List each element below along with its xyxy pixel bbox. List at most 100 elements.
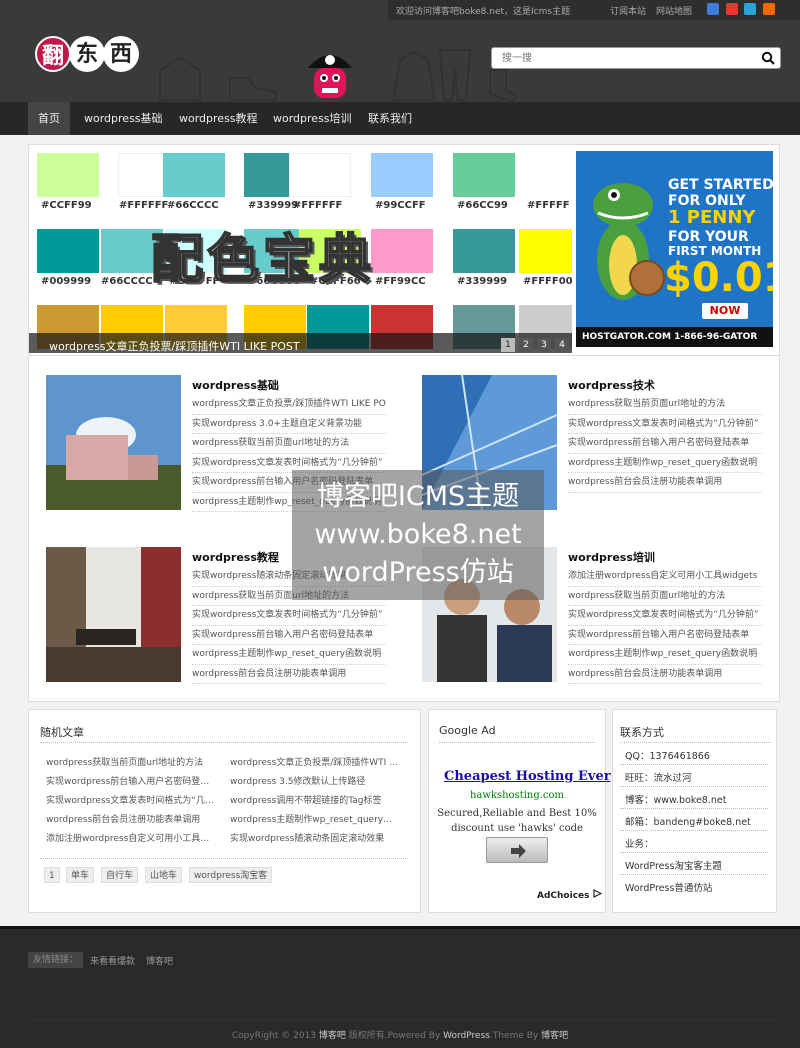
category-thumbnail[interactable] — [46, 547, 181, 682]
welcome-text: 欢迎访问博客吧boke8.net，这是Icms主题 — [396, 7, 571, 17]
random-posts-widget: 随机文章 wordpress获取当前页面url地址的方法 实现wordpress… — [28, 709, 421, 913]
hostgator-ad[interactable]: GET STARTED FOR ONLY 1 PENNY FOR YOUR FI… — [576, 151, 773, 347]
post-link[interactable]: wordpress获取当前页面url地址的方法 — [568, 395, 762, 415]
category-title[interactable]: wordpress培训 — [568, 549, 655, 565]
random-post-link[interactable]: 实现wordpress前台输入用户名密码登陆表单调用 — [46, 774, 216, 787]
divider — [40, 742, 408, 743]
swatch-label: #99CCFF — [375, 200, 426, 211]
qq-icon[interactable] — [744, 3, 756, 15]
search-input[interactable] — [492, 48, 742, 68]
slide-caption[interactable]: wordpress文章正负投票/踩顶插件WTI LIKE POST — [49, 338, 300, 353]
random-post-link[interactable]: wordpress前台会员注册功能表单调用 — [46, 812, 216, 825]
ad-footer: HOSTGATOR.COM 1-866-96-GATOR — [576, 327, 773, 347]
mail-icon[interactable] — [707, 3, 719, 15]
ad-now-button[interactable]: NOW — [702, 303, 748, 319]
post-link[interactable]: wordpress主题制作wp_reset_query函数说明 — [568, 454, 762, 473]
random-post-link[interactable]: wordpress文章正负投票/踩顶插件WTI LIKE POST — [230, 755, 400, 768]
tag-link[interactable]: 1 — [44, 867, 60, 883]
play-triangle-icon — [593, 889, 602, 898]
rss-icon[interactable] — [763, 3, 775, 15]
ad-price: $0.01 — [664, 255, 773, 301]
ad-description: Secured,Reliable and Best 10% discount u… — [429, 806, 605, 836]
post-link[interactable]: wordpress主题制作wp_reset_query函数说明 — [568, 645, 762, 665]
tag-link[interactable]: 山地车 — [145, 867, 183, 883]
random-post-link[interactable]: wordpress调用不带超链接的Tag标签 — [230, 793, 400, 806]
nav-wordpress-basics[interactable]: wordpress基础 — [74, 102, 173, 135]
post-link[interactable]: 实现wordpress前台输入用户名密码登陆表单 — [568, 434, 762, 454]
nav-wordpress-training[interactable]: wordpress培训 — [263, 102, 362, 135]
swatch-label: #339999 — [248, 200, 299, 211]
category-title[interactable]: wordpress技术 — [568, 377, 655, 393]
nav-home[interactable]: 首页 — [28, 102, 70, 135]
color-swatch — [519, 229, 572, 273]
post-link[interactable]: wordpress获取当前页面url地址的方法 — [568, 587, 762, 606]
contact-blog[interactable]: 博客：www.boke8.net — [625, 792, 726, 806]
category-thumbnail[interactable] — [46, 375, 181, 510]
post-link[interactable]: 实现wordpress前台输入用户名密码登陆表单 — [192, 626, 386, 645]
random-post-link[interactable]: wordpress获取当前页面url地址的方法 — [46, 755, 216, 768]
contact-service-link[interactable]: WordPress普通仿站 — [625, 880, 712, 894]
post-link[interactable]: wordpress前台会员注册功能表单调用 — [568, 473, 762, 493]
post-link[interactable]: 实现wordpress文章发表时间格式为“几分钟前” — [568, 415, 762, 434]
swatch-label: #009999 — [41, 276, 92, 287]
color-swatch — [163, 153, 225, 197]
post-link[interactable]: 实现wordpress 3.0+主题自定义背景功能 — [192, 415, 386, 434]
post-link[interactable]: wordpress前台会员注册功能表单调用 — [568, 665, 762, 684]
post-link[interactable]: 添加注册wordpress自定义可用小工具widgets — [568, 567, 762, 587]
random-post-link[interactable]: wordpress主题制作wp_reset_query函数说明 — [230, 812, 400, 825]
ad-go-button[interactable] — [486, 837, 548, 863]
contact-service-link[interactable]: WordPress淘宝客主题 — [625, 858, 722, 872]
random-post-link[interactable]: 实现wordpress文章发表时间格式为“几分钟前” — [46, 793, 216, 806]
category-title[interactable]: wordpress基础 — [192, 377, 279, 393]
slide-page-3[interactable]: 3 — [537, 338, 551, 352]
category-title[interactable]: wordpress教程 — [192, 549, 279, 565]
divider — [620, 852, 768, 853]
ad-url[interactable]: hawkshosting.com — [429, 790, 605, 801]
adchoices-link[interactable]: AdChoices — [537, 889, 602, 901]
slide-page-2[interactable]: 2 — [519, 338, 533, 352]
post-link[interactable]: wordpress文章正负投票/踩顶插件WTI LIKE POST — [192, 395, 386, 415]
search-icon[interactable] — [761, 51, 775, 65]
contact-email[interactable]: 邮箱：bandeng#boke8.net — [625, 814, 751, 828]
friend-link[interactable]: 博客吧 — [146, 954, 173, 967]
slide-page-4[interactable]: 4 — [555, 338, 569, 352]
post-link[interactable]: 实现wordpress文章发表时间格式为“几分钟前” — [568, 606, 762, 626]
slide-caption-bar: wordpress文章正负投票/踩顶插件WTI LIKE POST 1 2 3 … — [29, 333, 572, 353]
random-post-link[interactable]: 添加注册wordpress自定义可用小工具widgets — [46, 831, 216, 844]
penny-icon — [629, 260, 665, 296]
post-link[interactable]: wordpress前台会员注册功能表单调用 — [192, 665, 386, 684]
tag-link[interactable]: wordpress淘宝客 — [189, 867, 273, 883]
divider — [439, 742, 595, 743]
sitemap-link[interactable]: 网站地图 — [656, 4, 692, 17]
swatch-label: #66CCCC — [101, 276, 153, 287]
image-slider[interactable]: #CCFF99 #FFFFFF #66CCCC #339999 #FFFFFF … — [29, 151, 572, 353]
color-swatch — [37, 153, 99, 197]
friend-link[interactable]: 来看看爆款 — [90, 954, 135, 967]
nav-contact[interactable]: 联系我们 — [358, 102, 422, 135]
slide-title: 配色宝典 — [150, 229, 376, 291]
logo-char-2: 东 — [69, 36, 105, 72]
post-link[interactable]: 实现wordpress文章发表时间格式为“几分钟前” — [192, 606, 386, 626]
logo-char-1: 翻 — [35, 36, 71, 72]
nav-wordpress-tutorials[interactable]: wordpress教程 — [169, 102, 268, 135]
theme-author-link[interactable]: 博客吧 — [541, 1031, 568, 1041]
color-swatch — [289, 153, 351, 197]
post-link[interactable]: 实现wordpress前台输入用户名密码登陆表单 — [568, 626, 762, 645]
random-post-link[interactable]: wordpress 3.5修改默认上传路径 — [230, 774, 400, 787]
swatch-label: #CCFF99 — [41, 200, 92, 211]
random-post-link[interactable]: 实现wordpress随滚动条固定滚动效果 — [230, 831, 400, 844]
divider — [28, 1019, 780, 1020]
slide-page-1[interactable]: 1 — [501, 338, 515, 352]
tag-link[interactable]: 单车 — [66, 867, 95, 883]
ad-headline-link[interactable]: Cheapest Hosting Ever — [444, 769, 611, 784]
subscribe-link[interactable]: 订阅本站 — [610, 4, 646, 17]
swatch-label: #66CC99 — [457, 200, 508, 211]
post-link[interactable]: wordpress获取当前页面url地址的方法 — [192, 434, 386, 454]
color-swatch — [453, 229, 515, 273]
swatch-label: #339999 — [457, 276, 508, 287]
copyright-site-link[interactable]: 博客吧 — [319, 1031, 346, 1041]
tag-link[interactable]: 自行车 — [101, 867, 139, 883]
weibo-icon[interactable] — [726, 3, 738, 15]
wordpress-link[interactable]: WordPress — [443, 1031, 490, 1041]
post-link[interactable]: wordpress主题制作wp_reset_query函数说明 — [192, 645, 386, 665]
